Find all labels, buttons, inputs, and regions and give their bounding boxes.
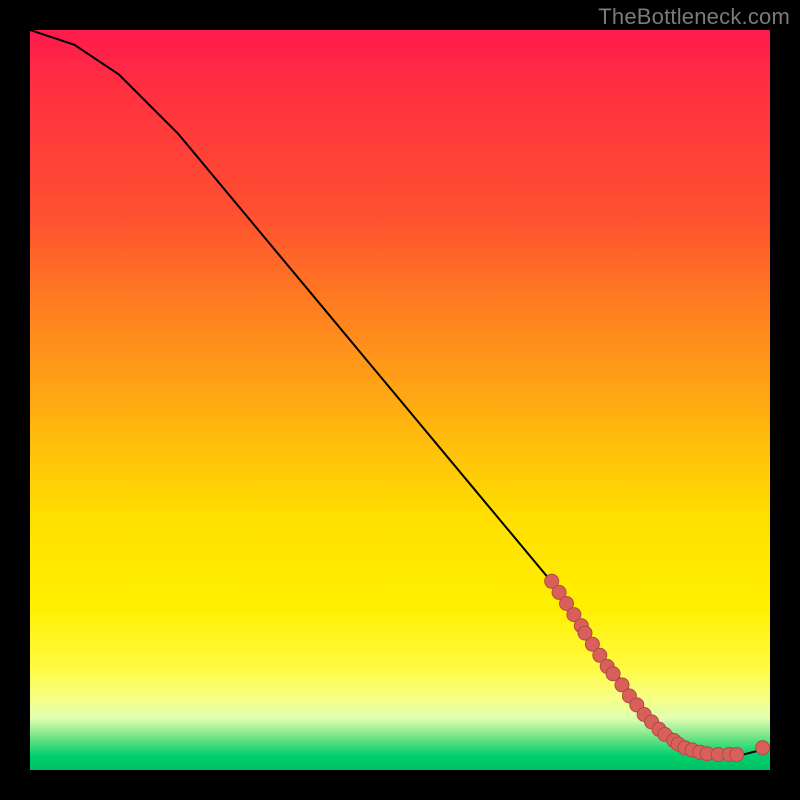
chart-frame: TheBottleneck.com bbox=[0, 0, 800, 800]
chart-svg bbox=[30, 30, 770, 770]
data-point bbox=[756, 741, 770, 755]
data-point bbox=[730, 748, 744, 762]
scatter-points bbox=[545, 574, 770, 761]
bottleneck-curve bbox=[30, 30, 770, 755]
plot-area bbox=[30, 30, 770, 770]
watermark-text: TheBottleneck.com bbox=[598, 4, 790, 30]
